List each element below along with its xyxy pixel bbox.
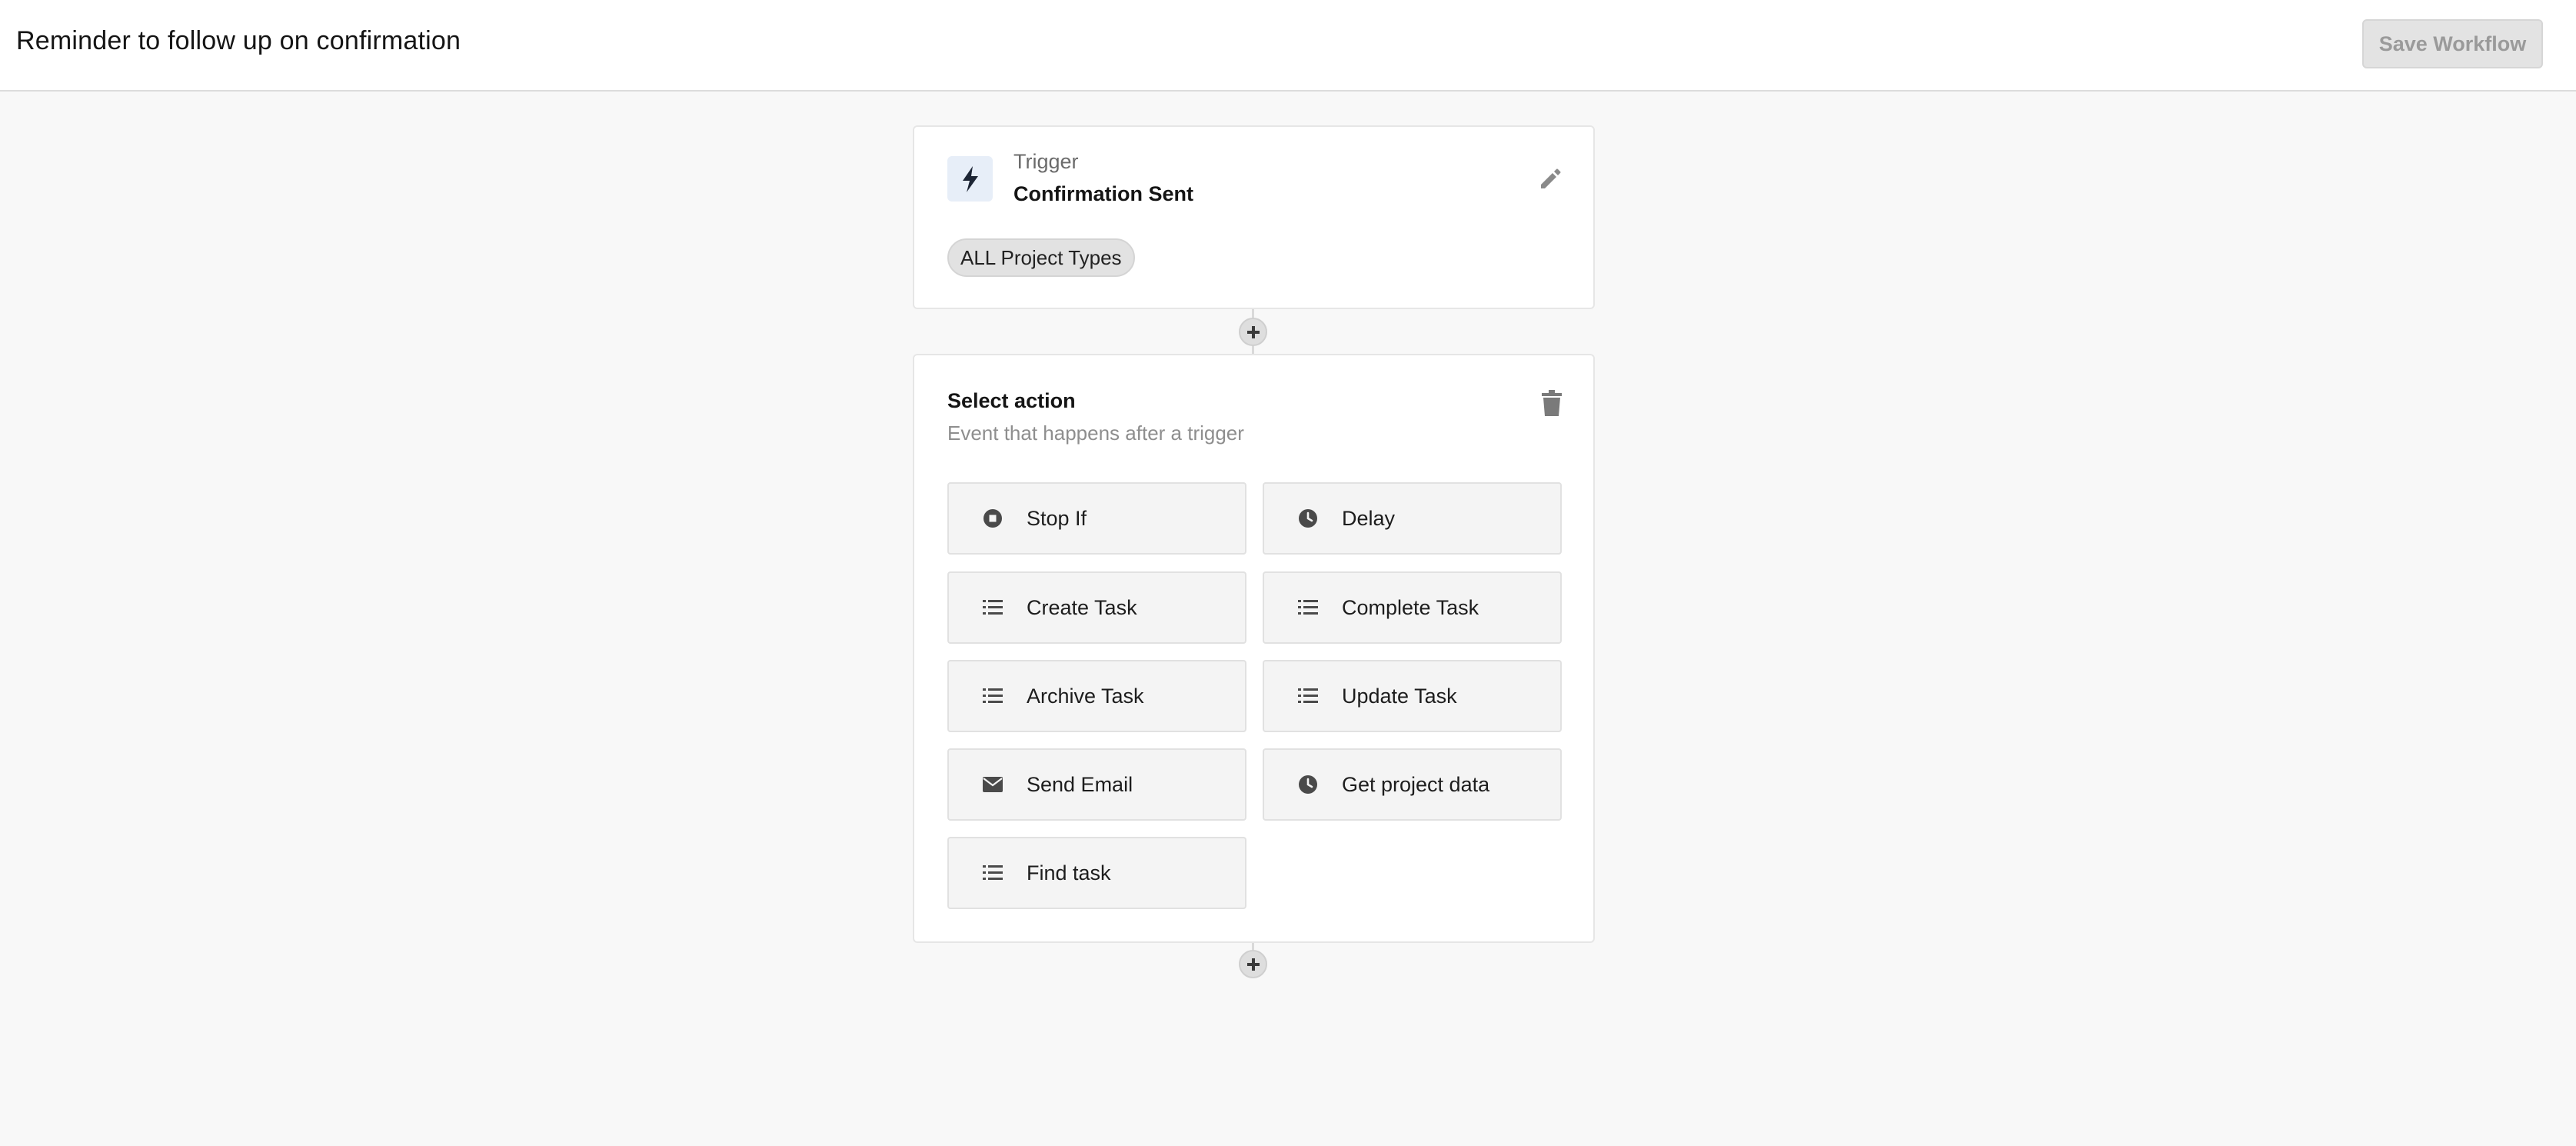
envelope-icon bbox=[981, 773, 1004, 796]
stop-circle-icon bbox=[981, 507, 1004, 530]
list-icon bbox=[1296, 596, 1320, 619]
action-option-complete-task[interactable]: Complete Task bbox=[1263, 571, 1562, 644]
list-icon bbox=[981, 861, 1004, 884]
trigger-icon-box bbox=[947, 156, 993, 202]
list-icon bbox=[1296, 685, 1320, 708]
workflow-title: Reminder to follow up on confirmation bbox=[16, 26, 461, 55]
save-workflow-button[interactable]: Save Workflow bbox=[2362, 19, 2543, 68]
action-title: Select action bbox=[947, 389, 1076, 412]
trigger-card[interactable]: Trigger Confirmation Sent ALL Project Ty… bbox=[913, 125, 1595, 309]
option-label: Create Task bbox=[1027, 595, 1137, 619]
pencil-icon bbox=[1541, 168, 1561, 188]
action-option-archive-task[interactable]: Archive Task bbox=[947, 660, 1246, 732]
top-bar: Reminder to follow up on confirmation Sa… bbox=[0, 0, 2576, 92]
action-card: Select action Event that happens after a… bbox=[913, 354, 1595, 943]
action-option-get-project-data[interactable]: Get project data bbox=[1263, 748, 1562, 821]
plus-icon bbox=[1246, 325, 1260, 338]
list-icon bbox=[981, 685, 1004, 708]
option-label: Send Email bbox=[1027, 772, 1133, 796]
edit-trigger-button[interactable] bbox=[1535, 164, 1566, 195]
trigger-label: Trigger bbox=[1013, 150, 1079, 173]
action-option-send-email[interactable]: Send Email bbox=[947, 748, 1246, 821]
option-label: Stop If bbox=[1027, 506, 1087, 530]
option-label: Archive Task bbox=[1027, 684, 1144, 708]
lightning-bolt-icon bbox=[962, 165, 978, 192]
option-label: Update Task bbox=[1342, 684, 1457, 708]
action-option-delay[interactable]: Delay bbox=[1263, 482, 1562, 555]
trigger-name: Confirmation Sent bbox=[1013, 182, 1193, 205]
plus-icon bbox=[1246, 958, 1260, 971]
option-label: Complete Task bbox=[1342, 595, 1479, 619]
action-subtitle: Event that happens after a trigger bbox=[947, 421, 1244, 445]
project-types-pill[interactable]: ALL Project Types bbox=[947, 238, 1135, 277]
action-option-stop-if[interactable]: Stop If bbox=[947, 482, 1246, 555]
option-label: Find task bbox=[1027, 861, 1111, 884]
action-option-create-task[interactable]: Create Task bbox=[947, 571, 1246, 644]
trash-icon bbox=[1542, 390, 1562, 416]
add-step-button[interactable] bbox=[1239, 318, 1267, 346]
action-option-find-task[interactable]: Find task bbox=[947, 837, 1246, 909]
clock-icon bbox=[1296, 773, 1320, 796]
clock-icon bbox=[1296, 507, 1320, 530]
option-label: Delay bbox=[1342, 506, 1396, 530]
list-icon bbox=[981, 596, 1004, 619]
action-option-update-task[interactable]: Update Task bbox=[1263, 660, 1562, 732]
delete-action-button[interactable] bbox=[1538, 388, 1566, 418]
option-label: Get project data bbox=[1342, 772, 1490, 796]
add-step-button[interactable] bbox=[1239, 950, 1267, 978]
